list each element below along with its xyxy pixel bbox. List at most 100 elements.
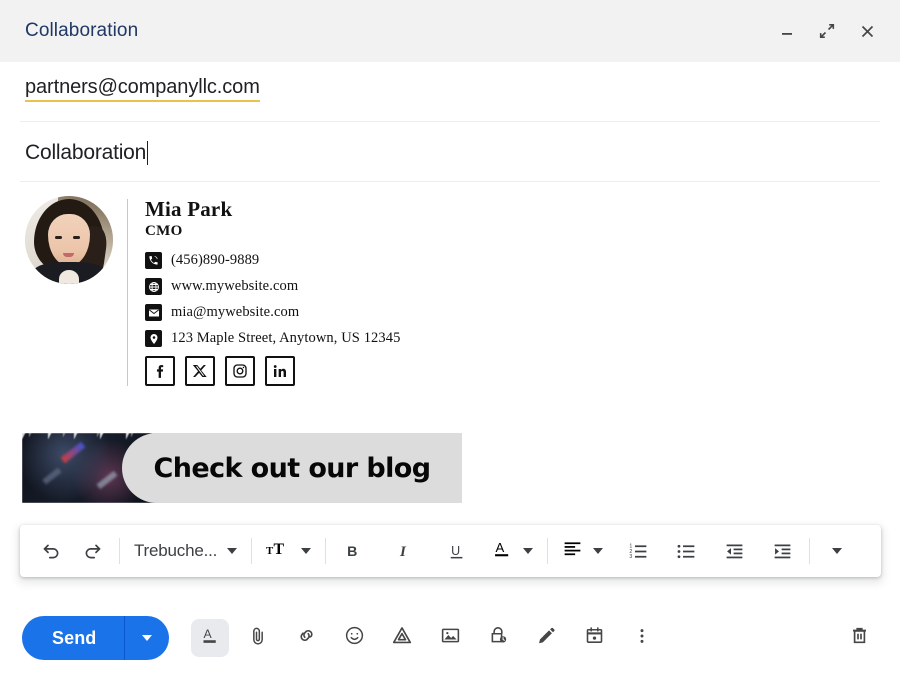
chevron-down-icon [301,548,311,554]
chevron-down-icon [593,548,603,554]
contact-address: 123 Maple Street, Anytown, US 12345 [171,330,400,347]
compose-title: Collaboration [25,20,138,42]
indent-more-button[interactable] [765,534,799,568]
svg-text:I: I [399,544,407,560]
social-links [145,356,400,386]
svg-text:T: T [274,541,285,558]
x-twitter-icon[interactable] [185,356,215,386]
banner-text: Check out our blog [154,453,431,484]
indent-less-button[interactable] [717,534,751,568]
discard-draft-button[interactable] [840,619,878,657]
banner-panel: Check out our blog [122,433,462,503]
font-family-select[interactable]: Trebuche... [130,534,241,568]
insert-link-button[interactable] [287,619,325,657]
toolbar-separator [251,538,252,564]
facebook-icon[interactable] [145,356,175,386]
font-size-select[interactable]: T T [262,534,315,568]
numbered-list-button[interactable]: 1 2 3 [621,534,655,568]
chevron-down-icon [227,548,237,554]
align-button[interactable] [558,534,607,568]
avatar [25,196,113,284]
trash-icon [849,625,870,651]
insert-photo-button[interactable] [431,619,469,657]
location-pin-icon [145,330,162,347]
globe-icon [145,278,162,295]
divider-subject [20,181,880,182]
insert-emoji-icon [344,625,365,651]
toolbar-separator [547,538,548,564]
chevron-down-icon [142,635,152,641]
send-button-group[interactable]: Send [22,616,169,660]
phone-icon [145,252,162,269]
contact-email: mia@mywebsite.com [171,304,299,321]
svg-text:A: A [203,627,212,641]
font-size-icon: T T [266,539,291,564]
insert-emoji-button[interactable] [335,619,373,657]
align-left-icon [562,538,583,564]
signature-name: Mia Park [145,197,400,221]
contact-row-phone: (456)890-9889 [145,252,400,269]
italic-button[interactable]: I [388,534,422,568]
linkedin-icon[interactable] [265,356,295,386]
compose-bottom-bar: Send A [0,596,900,680]
underline-button[interactable]: U [440,534,474,568]
svg-text:A: A [496,540,505,555]
instagram-icon[interactable] [225,356,255,386]
send-options-button[interactable] [125,616,169,660]
send-button[interactable]: Send [22,616,124,660]
contact-phone: (456)890-9889 [171,252,259,269]
text-cursor [147,141,148,165]
signature-role: CMO [145,223,400,240]
subject-field[interactable]: Collaboration [25,137,875,169]
schedule-send-icon [584,625,605,651]
contact-row-website: www.mywebsite.com [145,278,400,295]
recipient-field[interactable]: partners@companyllc.com [25,76,875,110]
google-drive-button[interactable] [383,619,421,657]
formatting-options-button[interactable]: A [191,619,229,657]
toolbar-separator [325,538,326,564]
window-controls [776,20,878,42]
toolbar-separator [119,538,120,564]
recipient-value[interactable]: partners@companyllc.com [25,76,260,102]
email-signature: Mia Park CMO (456)890-9889 [25,193,545,386]
insert-photo-icon [440,625,461,651]
envelope-icon [145,304,162,321]
svg-text:U: U [451,543,460,557]
redo-button[interactable] [75,534,109,568]
schedule-send-button[interactable] [575,619,613,657]
insert-signature-icon [536,625,557,651]
more-options-button[interactable] [623,619,661,657]
undo-button[interactable] [34,534,68,568]
compose-action-icons: A [191,619,661,657]
blog-banner[interactable]: Check out our blog [22,433,462,503]
contact-row-address: 123 Maple Street, Anytown, US 12345 [145,330,400,347]
toolbar-separator [809,538,810,564]
svg-text:B: B [347,544,357,560]
attach-file-button[interactable] [239,619,277,657]
fullscreen-button[interactable] [816,20,838,42]
google-drive-icon [391,625,413,652]
chevron-down-icon [523,548,533,554]
confidential-mode-button[interactable] [479,619,517,657]
close-button[interactable] [856,20,878,42]
font-family-value: Trebuche... [134,541,217,561]
compose-window: Collaboration partners@companyllc.com C [0,0,900,680]
insert-link-icon [296,625,317,651]
chevron-down-icon [832,548,842,554]
svg-text:3: 3 [629,554,632,560]
text-color-button[interactable]: A [488,534,537,568]
contact-row-email: mia@mywebsite.com [145,304,400,321]
more-options-icon [632,626,652,651]
minimize-button[interactable] [776,20,798,42]
bulleted-list-button[interactable] [669,534,703,568]
divider-to [20,121,880,122]
compose-header: Collaboration [0,0,900,62]
formatting-options-icon: A [200,625,221,651]
signature-contact-list: (456)890-9889 www.mywebsite.com [145,252,400,347]
bold-button[interactable]: B [336,534,370,568]
more-formatting-options-button[interactable] [820,534,854,568]
confidential-mode-icon [488,625,509,651]
subject-value[interactable]: Collaboration [25,141,146,165]
insert-signature-button[interactable] [527,619,565,657]
contact-website: www.mywebsite.com [171,278,298,295]
